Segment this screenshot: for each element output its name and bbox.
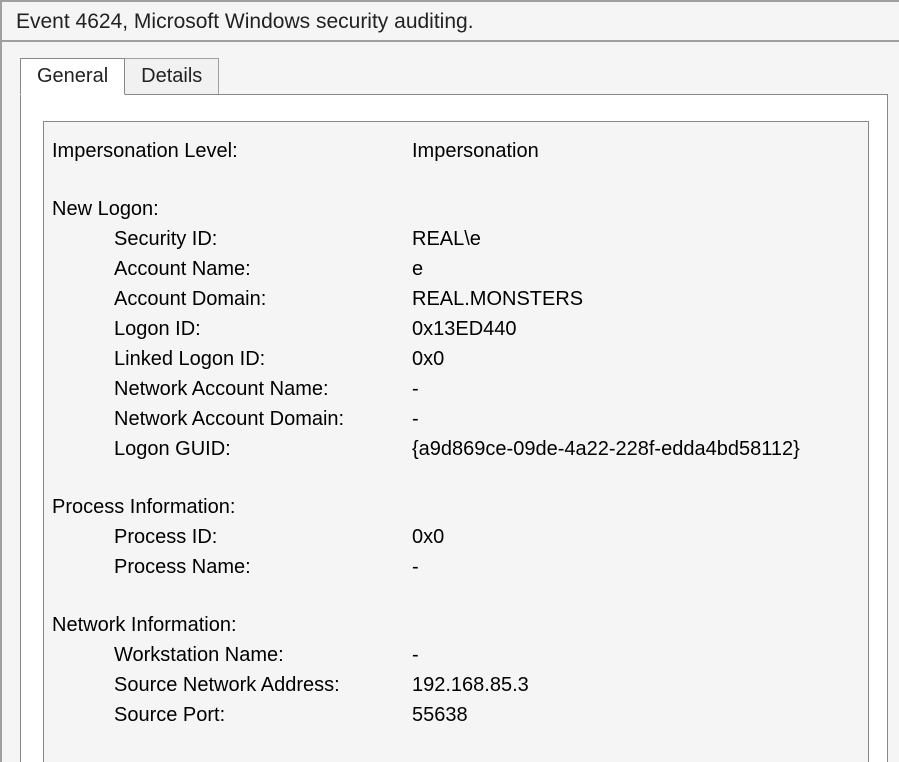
label-network-account-domain: Network Account Domain: (52, 404, 412, 434)
section-process-information: Process Information: Process ID:0x0 Proc… (52, 492, 860, 582)
value-process-id: 0x0 (412, 522, 860, 552)
label-logon-id: Logon ID: (52, 314, 412, 344)
tab-strip: General Details (20, 54, 899, 94)
tab-panel-general: Impersonation Level: Impersonation New L… (20, 94, 888, 762)
row-impersonation-level: Impersonation Level: Impersonation (52, 136, 860, 166)
label-account-name: Account Name: (52, 254, 412, 284)
label-workstation-name: Workstation Name: (52, 640, 412, 670)
label-source-network-address: Source Network Address: (52, 670, 412, 700)
heading-network-information: Network Information: (52, 610, 412, 640)
tab-general[interactable]: General (20, 58, 125, 95)
event-properties-pane: Event 4624, Microsoft Windows security a… (0, 0, 899, 762)
value-account-name: e (412, 254, 860, 284)
label-impersonation-level: Impersonation Level: (52, 136, 412, 166)
label-logon-guid: Logon GUID: (52, 434, 412, 464)
label-account-domain: Account Domain: (52, 284, 412, 314)
value-network-account-name: - (412, 374, 860, 404)
value-account-domain: REAL.MONSTERS (412, 284, 860, 314)
label-source-port: Source Port: (52, 700, 412, 730)
label-process-name: Process Name: (52, 552, 412, 582)
heading-process-information: Process Information: (52, 492, 412, 522)
label-network-account-name: Network Account Name: (52, 374, 412, 404)
value-linked-logon-id: 0x0 (412, 344, 860, 374)
page-title: Event 4624, Microsoft Windows security a… (2, 2, 899, 42)
value-source-port: 55638 (412, 700, 860, 730)
value-source-network-address: 192.168.85.3 (412, 670, 860, 700)
value-impersonation-level: Impersonation (412, 136, 860, 166)
value-security-id: REAL\e (412, 224, 860, 254)
section-network-information: Network Information: Workstation Name:- … (52, 610, 860, 730)
heading-new-logon: New Logon: (52, 194, 412, 224)
tab-details-label: Details (141, 65, 202, 87)
tab-details[interactable]: Details (125, 58, 219, 94)
value-network-account-domain: - (412, 404, 860, 434)
value-workstation-name: - (412, 640, 860, 670)
label-linked-logon-id: Linked Logon ID: (52, 344, 412, 374)
section-new-logon: New Logon: Security ID:REAL\e Account Na… (52, 194, 860, 464)
label-security-id: Security ID: (52, 224, 412, 254)
event-description-box[interactable]: Impersonation Level: Impersonation New L… (43, 121, 869, 762)
value-logon-guid: {a9d869ce-09de-4a22-228f-edda4bd58112} (412, 434, 860, 464)
tab-general-label: General (37, 65, 108, 87)
value-process-name: - (412, 552, 860, 582)
label-process-id: Process ID: (52, 522, 412, 552)
value-logon-id: 0x13ED440 (412, 314, 860, 344)
